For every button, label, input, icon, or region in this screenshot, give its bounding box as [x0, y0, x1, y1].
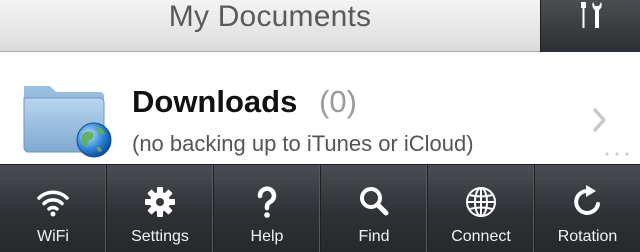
folder-name: Downloads — [132, 84, 298, 119]
navigation-bar: My Documents — [0, 0, 640, 52]
tools-button[interactable] — [540, 0, 640, 52]
folder-subtitle: (no backing up to iTunes or iCloud) — [132, 131, 474, 156]
folder-item-count: (0) — [319, 84, 357, 119]
toolbar-connect-button[interactable]: Connect — [428, 165, 535, 252]
resize-dots-icon — [605, 152, 629, 156]
toolbar-label: Rotation — [557, 228, 618, 245]
chevron-right-icon — [593, 108, 606, 132]
gear-icon — [143, 185, 177, 219]
toolbar-help-button[interactable]: Help — [214, 165, 321, 252]
folder-row-downloads[interactable]: Downloads (0) (no backing up to iTunes o… — [0, 52, 640, 164]
toolbar-label: Settings — [131, 228, 189, 245]
wifi-icon — [36, 185, 70, 219]
toolbar-wifi-button[interactable]: WiFi — [0, 165, 107, 252]
folder-globe-icon — [20, 80, 116, 165]
page-title: My Documents — [168, 0, 372, 33]
question-mark-icon — [250, 185, 284, 219]
rotate-icon — [571, 185, 605, 219]
globe-icon — [464, 185, 498, 219]
toolbar-find-button[interactable]: Find — [321, 165, 428, 252]
toolbar-rotation-button[interactable]: Rotation — [535, 165, 640, 252]
toolbar-label: Help — [250, 228, 284, 245]
bottom-toolbar: WiFi Settings Help Find Connect Rotation — [0, 164, 640, 252]
toolbar-label: Connect — [451, 228, 511, 245]
toolbar-settings-button[interactable]: Settings — [107, 165, 214, 252]
wrench-screwdriver-icon — [581, 2, 602, 28]
magnifier-icon — [357, 185, 391, 219]
toolbar-label: Find — [358, 228, 390, 245]
toolbar-label: WiFi — [37, 228, 69, 245]
